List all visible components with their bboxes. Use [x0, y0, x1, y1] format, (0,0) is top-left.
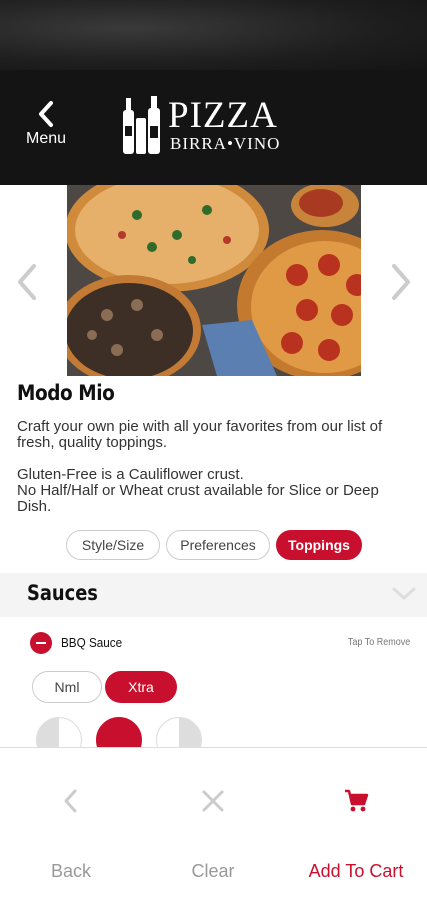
logo-subtitle: BIRRA•VINO: [170, 134, 281, 153]
add-to-cart-label: Add To Cart: [308, 861, 404, 881]
carousel-prev-icon[interactable]: [14, 262, 42, 302]
brand-logo: PIZZA BIRRA•VINO: [120, 95, 320, 158]
item-hero-image: [67, 185, 361, 376]
chevron-left-icon: [64, 789, 77, 813]
logo-title: PIZZA: [168, 95, 278, 136]
close-icon: [202, 790, 224, 812]
tab-toppings[interactable]: Toppings: [276, 530, 362, 560]
bottles-logo-icon: [123, 96, 160, 154]
topping-name: BBQ Sauce: [61, 635, 123, 650]
menu-label: Menu: [25, 130, 67, 147]
topping-row-bbq-sauce[interactable]: BBQ Sauce Tap To Remove: [30, 632, 410, 656]
app-header: Menu PIZZA BIRRA•VINO: [0, 70, 427, 185]
tab-style-size[interactable]: Style/Size: [66, 530, 160, 560]
item-note-line2: No Half/Half or Wheat crust available fo…: [17, 482, 379, 515]
item-description-block: Craft your own pie with all your favorit…: [17, 419, 417, 515]
item-description: Craft your own pie with all your favorit…: [17, 418, 383, 451]
status-bar-background: [0, 0, 427, 70]
minus-circle-icon[interactable]: [30, 632, 52, 654]
item-title: Modo Mio: [17, 381, 115, 405]
carousel-next-icon[interactable]: [386, 262, 414, 302]
menu-button[interactable]: Menu: [18, 100, 74, 160]
back-label: Back: [50, 861, 92, 881]
section-title: Sauces: [27, 581, 98, 605]
back-button[interactable]: Back: [0, 748, 142, 901]
item-note-line1: Gluten-Free is a Cauliflower crust.: [17, 466, 244, 483]
clear-button[interactable]: Clear: [142, 748, 284, 901]
tap-to-remove-hint: Tap To Remove: [347, 637, 410, 648]
tab-preferences[interactable]: Preferences: [166, 530, 270, 560]
sauces-section-header[interactable]: Sauces: [0, 573, 427, 617]
cart-icon: [345, 789, 369, 812]
clear-label: Clear: [191, 861, 235, 881]
pizza-photo: [67, 185, 361, 376]
add-to-cart-button[interactable]: Add To Cart: [285, 748, 427, 901]
amount-normal-button[interactable]: Nml: [32, 671, 102, 703]
bottom-action-bar: Back Clear Add To Cart: [0, 747, 427, 901]
chevron-left-icon: [39, 101, 53, 127]
amount-extra-button[interactable]: Xtra: [105, 671, 177, 703]
chevron-down-icon: [392, 587, 416, 600]
